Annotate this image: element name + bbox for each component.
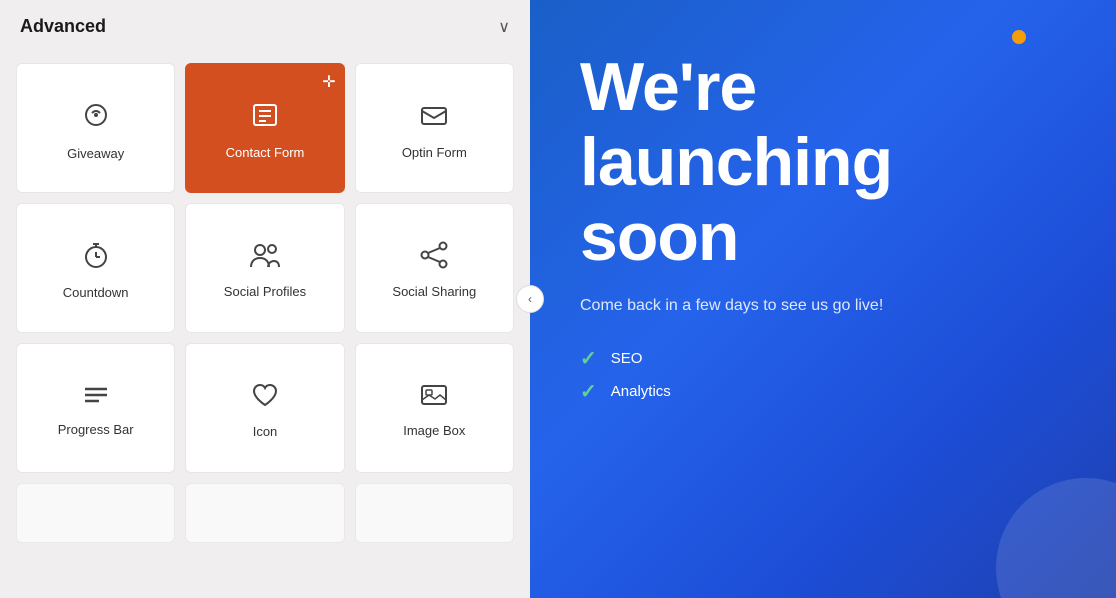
social-sharing-label: Social Sharing bbox=[392, 284, 476, 299]
feature-item-analytics: ✓ Analytics bbox=[580, 379, 1066, 404]
progress-bar-icon bbox=[81, 383, 111, 412]
right-panel: We're launching soon Come back in a few … bbox=[530, 0, 1116, 598]
countdown-label: Countdown bbox=[63, 285, 129, 300]
widget-tile-partial-2[interactable] bbox=[185, 483, 344, 543]
move-cursor-icon: ✛ bbox=[322, 72, 335, 92]
check-icon-analytics: ✓ bbox=[580, 379, 597, 404]
widget-tile-image-box[interactable]: Image Box bbox=[355, 343, 514, 473]
widget-tile-partial-1[interactable] bbox=[16, 483, 175, 543]
heading-line2: launching bbox=[580, 124, 892, 200]
countdown-icon bbox=[81, 240, 111, 275]
optin-form-label: Optin Form bbox=[402, 145, 467, 160]
feature-label-analytics: Analytics bbox=[611, 383, 671, 400]
collapse-panel-button[interactable]: ‹ bbox=[516, 285, 544, 313]
widget-tile-social-profiles[interactable]: Social Profiles bbox=[185, 203, 344, 333]
widget-tile-social-sharing[interactable]: Social Sharing bbox=[355, 203, 514, 333]
contact-form-icon bbox=[250, 100, 280, 135]
widget-tile-giveaway[interactable]: Giveaway bbox=[16, 63, 175, 193]
feature-item-seo: ✓ SEO bbox=[580, 346, 1066, 371]
widget-tile-countdown[interactable]: Countdown bbox=[16, 203, 175, 333]
feature-label-seo: SEO bbox=[611, 350, 643, 367]
social-sharing-icon bbox=[419, 241, 449, 274]
optin-form-icon bbox=[419, 100, 449, 135]
widget-tile-icon[interactable]: Icon bbox=[185, 343, 344, 473]
panel-header: Advanced ∨ bbox=[0, 0, 530, 53]
icon-widget-icon bbox=[250, 381, 280, 414]
hero-heading: We're launching soon bbox=[580, 50, 1066, 274]
widget-tile-contact-form[interactable]: ✛ Contact Form bbox=[185, 63, 344, 193]
panel-title: Advanced bbox=[20, 16, 106, 37]
giveaway-label: Giveaway bbox=[67, 146, 124, 161]
widget-tile-partial-3[interactable] bbox=[355, 483, 514, 543]
collapse-arrow-icon: ‹ bbox=[528, 292, 532, 306]
heading-line1: We're bbox=[580, 49, 756, 125]
widget-grid: Giveaway ✛ Contact Form Optin bbox=[0, 53, 530, 553]
image-box-icon bbox=[419, 382, 449, 413]
social-profiles-icon bbox=[249, 241, 281, 274]
chevron-down-icon[interactable]: ∨ bbox=[498, 17, 510, 37]
orange-dot bbox=[1012, 30, 1026, 44]
check-icon-seo: ✓ bbox=[580, 346, 597, 371]
image-box-label: Image Box bbox=[403, 423, 465, 438]
contact-form-label: Contact Form bbox=[226, 145, 305, 160]
progress-bar-label: Progress Bar bbox=[58, 422, 134, 437]
widget-tile-progress-bar[interactable]: Progress Bar bbox=[16, 343, 175, 473]
giveaway-icon bbox=[80, 99, 112, 136]
hero-subtext: Come back in a few days to see us go liv… bbox=[580, 294, 920, 318]
social-profiles-label: Social Profiles bbox=[224, 284, 306, 299]
widget-tile-optin-form[interactable]: Optin Form bbox=[355, 63, 514, 193]
feature-list: ✓ SEO ✓ Analytics bbox=[580, 346, 1066, 404]
left-panel: Advanced ∨ Giveaway ✛ bbox=[0, 0, 530, 598]
heading-line3: soon bbox=[580, 199, 738, 275]
white-blob bbox=[996, 478, 1116, 598]
icon-widget-label: Icon bbox=[253, 424, 278, 439]
